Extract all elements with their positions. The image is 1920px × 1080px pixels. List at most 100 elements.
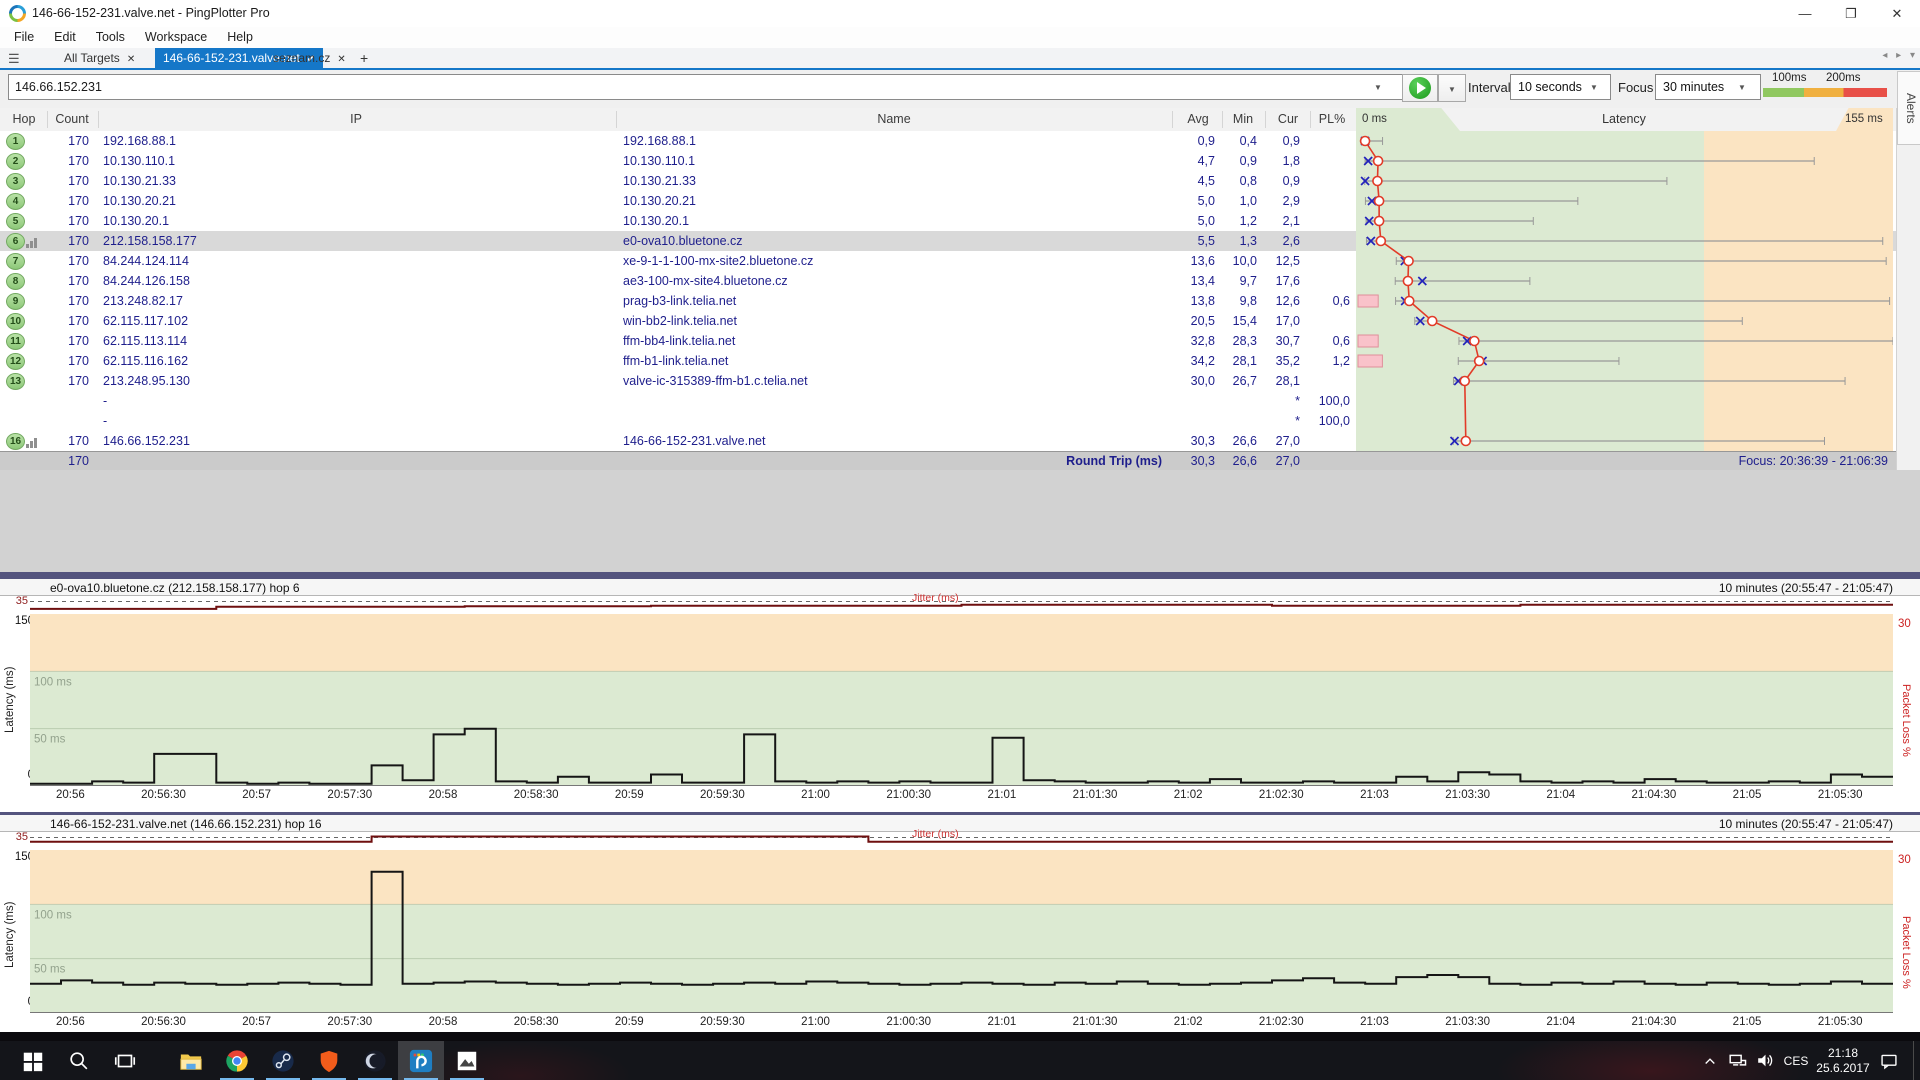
section-divider[interactable] — [0, 572, 1920, 579]
taskbar-security-shield-icon[interactable] — [306, 1041, 352, 1080]
taskbar-photos-icon[interactable] — [444, 1041, 490, 1080]
start-trace-button[interactable] — [1402, 74, 1438, 102]
menu-bar: FileEditToolsWorkspaceHelp — [0, 27, 1920, 48]
table-row[interactable]: 217010.130.110.110.130.110.14,70,91,8 — [0, 151, 1896, 171]
focus-label: Focus — [1618, 80, 1653, 95]
network-icon[interactable] — [1724, 1041, 1750, 1080]
cell-avg: 4,5 — [1150, 174, 1215, 188]
table-row[interactable]: 1117062.115.113.114ffm-bb4-link.telia.ne… — [0, 331, 1896, 351]
hop-number-badge: 6 — [6, 233, 25, 250]
summary-min: 26,6 — [1217, 454, 1257, 468]
x-tick: 20:57:30 — [315, 789, 385, 801]
target-dropdown-arrow[interactable]: ▼ — [1374, 83, 1382, 92]
x-tick: 20:57 — [222, 1016, 292, 1028]
target-input[interactable] — [8, 74, 1412, 100]
round-trip-row[interactable]: 170 Round Trip (ms) 30,3 26,6 27,0 Focus… — [0, 451, 1896, 471]
x-tick: 21:02:30 — [1246, 1016, 1316, 1028]
focus-dropdown-arrow[interactable]: ▼ — [1738, 83, 1746, 92]
col-name[interactable]: Name — [877, 112, 910, 126]
x-tick: 21:01:30 — [1060, 789, 1130, 801]
x-tick: 20:57:30 — [315, 1016, 385, 1028]
x-tick: 20:56:30 — [129, 789, 199, 801]
action-center-icon[interactable] — [1874, 1041, 1904, 1080]
cell-pl: 1,2 — [1305, 354, 1350, 368]
x-tick: 20:56 — [35, 789, 105, 801]
alerts-side-tab[interactable]: Alerts — [1897, 71, 1920, 145]
language-indicator[interactable]: CES — [1780, 1041, 1812, 1080]
graph1-title: e0-ova10.bluetone.cz (212.158.158.177) h… — [50, 581, 300, 595]
graphed-hop-icon — [26, 436, 38, 448]
tab-all-targets[interactable]: All Targets✕ — [56, 48, 143, 68]
taskbar-file-explorer-icon[interactable] — [168, 1041, 214, 1080]
table-row[interactable]: 1170192.168.88.1192.168.88.10,90,40,9 — [0, 131, 1896, 151]
table-row[interactable]: -*100,0 — [0, 391, 1896, 411]
cell-min: 10,0 — [1217, 254, 1257, 268]
tab-close-icon[interactable]: ✕ — [337, 54, 345, 65]
taskbar-steam-icon[interactable] — [260, 1041, 306, 1080]
menu-workspace[interactable]: Workspace — [135, 27, 217, 47]
taskbar-start-icon[interactable] — [10, 1041, 56, 1080]
cell-name: prag-b3-link.telia.net — [623, 294, 736, 308]
graph2-plot[interactable]: 100 ms50 ms — [0, 850, 1920, 1013]
table-row[interactable]: 13170213.248.95.130valve-ic-315389-ffm-b… — [0, 371, 1896, 391]
taskbar-chrome-icon[interactable] — [214, 1041, 260, 1080]
cell-count: 170 — [40, 214, 89, 228]
trace-options-dropdown[interactable]: ▼ — [1438, 74, 1466, 102]
cell-min: 9,7 — [1217, 274, 1257, 288]
table-row[interactable]: 817084.244.126.158ae3-100-mx-site4.bluet… — [0, 271, 1896, 291]
close-button[interactable]: ✕ — [1874, 0, 1920, 27]
maximize-button[interactable]: ❐ — [1828, 0, 1874, 27]
tab-close-icon[interactable]: ✕ — [127, 54, 135, 65]
latency-scale-max: 155 ms — [1845, 113, 1883, 125]
col-count[interactable]: Count — [55, 112, 88, 126]
taskbar-pingplotter-icon[interactable] — [398, 1041, 444, 1080]
table-row[interactable]: 1217062.115.116.162ffm-b1-link.telia.net… — [0, 351, 1896, 371]
table-row[interactable]: -*100,0 — [0, 411, 1896, 431]
clock[interactable]: 21:1825.6.2017 — [1815, 1041, 1871, 1080]
taskbar-afterburner-icon[interactable] — [352, 1041, 398, 1080]
menu-edit[interactable]: Edit — [44, 27, 86, 47]
new-tab-button[interactable]: + — [352, 48, 376, 68]
hop-number-badge: 7 — [6, 253, 25, 270]
table-row[interactable]: 517010.130.20.110.130.20.15,01,22,1 — [0, 211, 1896, 231]
volume-icon[interactable] — [1752, 1041, 1778, 1080]
graph1-plot[interactable]: 100 ms50 ms — [0, 614, 1920, 786]
cell-avg: 34,2 — [1150, 354, 1215, 368]
col-min[interactable]: Min — [1233, 112, 1253, 126]
menu-file[interactable]: File — [4, 27, 44, 47]
hop-number-badge: 4 — [6, 193, 25, 210]
table-row[interactable]: 417010.130.20.2110.130.20.215,01,02,9 — [0, 191, 1896, 211]
tab-scroll-arrows[interactable]: ◂ ▸ ▾ — [1882, 50, 1918, 61]
taskbar-task-view-icon[interactable] — [102, 1041, 148, 1080]
taskbar-search-icon[interactable] — [56, 1041, 102, 1080]
table-row[interactable]: 9170213.248.82.17prag-b3-link.telia.net1… — [0, 291, 1896, 311]
x-tick: 20:56 — [35, 1016, 105, 1028]
col-pl[interactable]: PL% — [1319, 112, 1345, 126]
col-ip[interactable]: IP — [350, 112, 362, 126]
minimize-button[interactable]: — — [1782, 0, 1828, 27]
col-hop[interactable]: Hop — [13, 112, 36, 126]
menu-tools[interactable]: Tools — [86, 27, 135, 47]
cell-count: 170 — [40, 254, 89, 268]
cell-count: 170 — [40, 154, 89, 168]
x-tick: 21:00 — [781, 1016, 851, 1028]
tray-chevron-icon[interactable] — [1698, 1041, 1722, 1080]
table-row[interactable]: 1017062.115.117.102win-bb2-link.telia.ne… — [0, 311, 1896, 331]
table-row[interactable]: 717084.244.124.114xe-9-1-1-100-mx-site2.… — [0, 251, 1896, 271]
col-avg[interactable]: Avg — [1187, 112, 1208, 126]
show-desktop-button[interactable] — [1913, 1041, 1920, 1080]
table-row[interactable]: 317010.130.21.3310.130.21.334,50,80,9 — [0, 171, 1896, 191]
graph1-x-axis: 20:5620:56:3020:5720:57:3020:5820:58:302… — [0, 786, 1920, 804]
x-tick: 21:02:30 — [1246, 789, 1316, 801]
tab-seznam-cz[interactable]: seznam.cz✕ — [265, 48, 354, 68]
col-cur[interactable]: Cur — [1278, 112, 1298, 126]
table-row[interactable]: 16170146.66.152.231146-66-152-231.valve.… — [0, 431, 1896, 451]
interval-dropdown-arrow[interactable]: ▼ — [1590, 83, 1598, 92]
hamburger-icon[interactable]: ☰ — [8, 51, 20, 67]
svg-text:50 ms: 50 ms — [34, 964, 66, 976]
table-row[interactable]: 6170212.158.158.177e0-ova10.bluetone.cz5… — [0, 231, 1896, 251]
legend-200ms-label: 200ms — [1826, 72, 1861, 84]
menu-help[interactable]: Help — [217, 27, 263, 47]
desktop[interactable] — [0, 1032, 1920, 1041]
cell-ip: 10.130.110.1 — [103, 154, 175, 168]
